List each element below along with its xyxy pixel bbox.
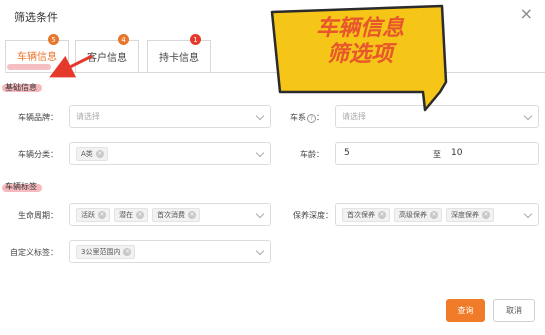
tag-remove-icon[interactable]: × bbox=[98, 210, 106, 219]
tab-badge: 1 bbox=[190, 34, 201, 45]
series-label-text: 车系 bbox=[290, 113, 306, 122]
maintenance-tag: 高级保养 × bbox=[394, 207, 442, 222]
callout-line-1: 车辆信息 bbox=[315, 16, 404, 41]
tag-remove-icon[interactable]: × bbox=[378, 210, 386, 219]
callout-line-2: 筛选项 bbox=[326, 42, 393, 68]
tag-label: 首次保养 bbox=[347, 210, 375, 219]
brand-select[interactable]: 请选择 bbox=[69, 105, 271, 128]
tag-label: 深度保养 bbox=[451, 210, 479, 219]
tag-remove-icon[interactable]: × bbox=[136, 210, 144, 219]
tag-label: 3公里范围内 bbox=[81, 247, 121, 256]
category-label: 车辆分类： bbox=[18, 150, 58, 159]
brand-label: 车辆品牌： bbox=[18, 113, 58, 122]
tag-remove-icon[interactable]: × bbox=[123, 247, 132, 256]
series-colon: ： bbox=[316, 113, 324, 122]
lifecycle-label: 生命周期： bbox=[18, 211, 58, 220]
tab-divider bbox=[5, 72, 545, 73]
tag-label: 高级保养 bbox=[399, 210, 427, 219]
tag-remove-icon[interactable]: × bbox=[188, 210, 196, 219]
section-basic-title: 基础信息 bbox=[5, 83, 37, 92]
chevron-down-icon bbox=[255, 111, 265, 121]
lifecycle-tag: 首次消费 × bbox=[152, 207, 200, 222]
chevron-down-icon bbox=[255, 246, 265, 256]
tag-remove-icon[interactable]: × bbox=[95, 149, 104, 158]
age-to-value[interactable]: 10 bbox=[451, 148, 462, 158]
maintenance-tag: 深度保养 × bbox=[446, 207, 494, 222]
tab-label: 持卡信息 bbox=[159, 53, 199, 64]
section-tags-title: 车辆标签 bbox=[5, 182, 37, 191]
tab-customer-info[interactable]: 客户信息 4 bbox=[75, 34, 139, 72]
question-circle-icon[interactable]: ? bbox=[307, 114, 316, 123]
chevron-down-icon bbox=[255, 148, 265, 158]
category-select[interactable]: A类 × bbox=[69, 142, 271, 165]
series-select[interactable]: 请选择 bbox=[335, 105, 539, 128]
age-label: 车龄： bbox=[300, 150, 324, 159]
tab-card-info[interactable]: 持卡信息 1 bbox=[147, 34, 211, 72]
age-range-input[interactable]: 5 至 10 bbox=[335, 142, 539, 165]
age-range-separator: 至 bbox=[433, 150, 441, 159]
age-from-value[interactable]: 5 bbox=[344, 148, 350, 158]
tag-remove-icon[interactable]: × bbox=[482, 210, 490, 219]
series-label: 车系?： bbox=[282, 112, 324, 123]
tag-label: 潜在 bbox=[119, 210, 133, 219]
maintenance-label: 保养深度： bbox=[293, 211, 333, 220]
tab-label: 客户信息 bbox=[87, 53, 127, 64]
category-tag: A类 × bbox=[76, 146, 108, 161]
close-icon[interactable]: × bbox=[520, 6, 533, 22]
custom-tag: 3公里范围内 × bbox=[76, 244, 136, 259]
custom-tag-select[interactable]: 3公里范围内 × bbox=[69, 240, 271, 263]
tag-label: 首次消费 bbox=[157, 210, 185, 219]
custom-tag-label: 自定义标签： bbox=[10, 248, 58, 257]
tag-remove-icon[interactable]: × bbox=[430, 210, 438, 219]
dialog-title: 筛选条件 bbox=[14, 11, 58, 24]
chevron-down-icon bbox=[255, 209, 265, 219]
tab-highlight-mark bbox=[7, 64, 51, 70]
chevron-down-icon bbox=[523, 111, 533, 121]
maintenance-tag: 首次保养 × bbox=[342, 207, 390, 222]
tab-label: 车辆信息 bbox=[17, 52, 57, 63]
lifecycle-select[interactable]: 活跃 × 潜在 × 首次消费 × bbox=[69, 203, 271, 226]
maintenance-select[interactable]: 首次保养 × 高级保养 × 深度保养 × bbox=[335, 203, 539, 226]
brand-placeholder: 请选择 bbox=[76, 112, 100, 121]
cancel-button[interactable]: 取消 bbox=[493, 299, 535, 322]
series-placeholder: 请选择 bbox=[342, 112, 366, 121]
callout-text: 车辆信息 筛选项 bbox=[280, 16, 440, 69]
tab-badge: 4 bbox=[118, 34, 129, 45]
lifecycle-tag: 活跃 × bbox=[76, 207, 110, 222]
tag-label: 活跃 bbox=[81, 210, 95, 219]
tag-label: A类 bbox=[81, 149, 93, 158]
lifecycle-tag: 潜在 × bbox=[114, 207, 148, 222]
chevron-down-icon bbox=[523, 209, 533, 219]
query-button[interactable]: 查询 bbox=[446, 299, 485, 322]
tab-badge: 5 bbox=[48, 34, 59, 45]
